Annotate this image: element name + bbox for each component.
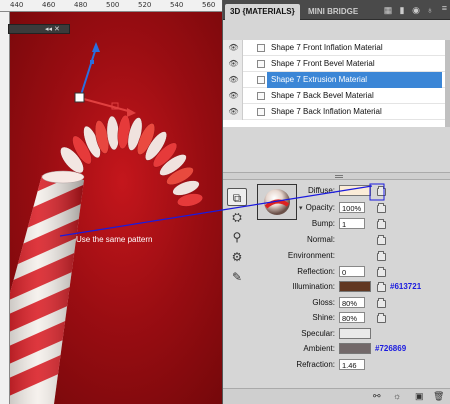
ruler-number: 500 bbox=[106, 1, 120, 9]
vertical-ruler bbox=[0, 12, 10, 404]
bump-label: Bump: bbox=[311, 219, 335, 228]
ruler-number: 480 bbox=[74, 1, 88, 9]
lightbulb-icon[interactable]: ♁ bbox=[425, 5, 435, 15]
tab-mini-bridge[interactable]: MINI BRIDGE bbox=[303, 4, 363, 20]
new-light-icon[interactable]: ☼ bbox=[393, 391, 401, 401]
ruler-number: 520 bbox=[138, 1, 152, 9]
reflection-input[interactable]: 0 bbox=[339, 266, 365, 277]
gloss-input[interactable]: 80% bbox=[339, 297, 365, 308]
illumination-label: Illumination: bbox=[292, 282, 335, 291]
material-swatch-icon bbox=[257, 44, 265, 52]
render-settings-icon[interactable]: ⚯ bbox=[373, 391, 381, 402]
ambient-color-swatch[interactable] bbox=[339, 343, 371, 354]
list-header-strip bbox=[223, 20, 450, 40]
list-item-selected[interactable]: 👁 Shape 7 Extrusion Material bbox=[223, 72, 445, 88]
list-item-label: Shape 7 Front Inflation Material bbox=[271, 43, 383, 52]
ruler-number: 540 bbox=[170, 1, 184, 9]
normal-folder-icon[interactable] bbox=[377, 235, 386, 245]
illumination-hex-note: #613721 bbox=[390, 282, 422, 291]
shine-label: Shine: bbox=[312, 313, 335, 322]
light-filter-icon[interactable]: ⚙ bbox=[227, 248, 247, 266]
opacity-folder-icon[interactable] bbox=[377, 203, 386, 213]
material-swatch-icon bbox=[257, 76, 265, 84]
bump-input[interactable]: 1 bbox=[339, 218, 365, 229]
horizontal-ruler: 440 460 480 500 520 540 560 bbox=[0, 0, 222, 12]
diffuse-label: Diffuse: bbox=[308, 186, 335, 195]
specular-label: Specular: bbox=[301, 329, 335, 338]
ruler-number: 440 bbox=[10, 1, 24, 9]
specular-color-swatch[interactable] bbox=[339, 328, 371, 339]
panel-divider[interactable] bbox=[223, 172, 450, 180]
ambient-hex-note: #726869 bbox=[375, 344, 407, 353]
ruler-number: 560 bbox=[202, 1, 216, 9]
gloss-folder-icon[interactable] bbox=[377, 298, 386, 308]
illumination-color-swatch[interactable] bbox=[339, 281, 371, 292]
list-item-label: Shape 7 Front Bevel Material bbox=[271, 59, 375, 68]
layers-icon[interactable]: ▦ bbox=[383, 5, 393, 15]
divider-grip-icon[interactable] bbox=[335, 175, 343, 178]
refraction-input[interactable]: 1.46 bbox=[339, 359, 365, 370]
ruler-number: 460 bbox=[42, 1, 56, 9]
document-canvas[interactable]: 440 460 480 500 520 540 560 ◂◂ ✕ Use the… bbox=[0, 0, 222, 404]
new-item-icon[interactable]: ▣ bbox=[415, 391, 424, 402]
paint-brush-icon[interactable]: ✎ bbox=[227, 268, 247, 286]
floating-mini-toolbar[interactable]: ◂◂ ✕ bbox=[8, 24, 70, 34]
environment-label: Environment: bbox=[287, 251, 335, 260]
panel-footer: ⚯ ☼ ▣ 🗑 bbox=[223, 388, 450, 404]
list-item-label: Shape 7 Extrusion Material bbox=[271, 75, 368, 84]
list-item[interactable]: 👁 Shape 7 Front Inflation Material bbox=[223, 40, 445, 56]
annotation-callout: Use the same pattern bbox=[76, 235, 153, 244]
bump-folder-icon[interactable] bbox=[377, 219, 386, 229]
list-item-label: Shape 7 Back Inflation Material bbox=[271, 107, 382, 116]
eye-icon[interactable]: 👁 bbox=[227, 43, 240, 53]
environment-folder-icon[interactable] bbox=[377, 251, 386, 261]
mini-toolbar-controls[interactable]: ◂◂ ✕ bbox=[45, 25, 60, 33]
cylinder-icon[interactable]: ▮ bbox=[397, 5, 407, 15]
opacity-input[interactable]: 100% bbox=[339, 202, 365, 213]
illumination-folder-icon[interactable] bbox=[377, 282, 386, 292]
tab-3d-materials[interactable]: 3D {MATERIALS} bbox=[225, 4, 300, 20]
reflection-label: Reflection: bbox=[297, 267, 335, 276]
gloss-label: Gloss: bbox=[312, 298, 335, 307]
eye-icon[interactable]: 👁 bbox=[227, 59, 240, 69]
mesh-filter-icon[interactable]: ⛭ bbox=[227, 208, 247, 226]
eye-icon[interactable]: 👁 bbox=[227, 107, 240, 117]
opacity-label: Opacity: bbox=[305, 203, 335, 212]
material-swatch-icon bbox=[257, 60, 265, 68]
list-scrollbar[interactable] bbox=[445, 40, 450, 127]
list-item[interactable]: 👁 Shape 7 Front Bevel Material bbox=[223, 56, 445, 72]
diffuse-texture-folder-icon[interactable] bbox=[377, 186, 386, 196]
material-swatch-icon bbox=[257, 108, 265, 116]
diffuse-color-swatch[interactable] bbox=[339, 185, 371, 196]
ambient-label: Ambient: bbox=[303, 344, 335, 353]
camera-icon[interactable]: ◉ bbox=[411, 5, 421, 15]
trash-icon[interactable]: 🗑 bbox=[433, 391, 444, 402]
reflection-folder-icon[interactable] bbox=[377, 267, 386, 277]
eye-icon[interactable]: 👁 bbox=[227, 91, 240, 101]
3d-materials-panel: 3D {MATERIALS} MINI BRIDGE ▦ ▮ ◉ ♁ ≡ 👁 S… bbox=[222, 0, 450, 404]
list-item[interactable]: 👁 Shape 7 Back Bevel Material bbox=[223, 88, 445, 104]
scene-filter-icon[interactable]: ⧉ bbox=[227, 188, 247, 206]
panel-tab-bar: 3D {MATERIALS} MINI BRIDGE ▦ ▮ ◉ ♁ ≡ bbox=[223, 0, 450, 20]
list-item[interactable]: 👁 Shape 7 Back Inflation Material bbox=[223, 104, 445, 120]
normal-label: Normal: bbox=[306, 235, 335, 244]
materials-list: 👁 Shape 7 Front Inflation Material 👁 Sha… bbox=[223, 40, 445, 127]
candy-straw-artwork bbox=[0, 42, 203, 404]
shine-input[interactable]: 80% bbox=[339, 312, 365, 323]
material-swatch-icon bbox=[257, 92, 265, 100]
panel-menu-icon[interactable]: ≡ bbox=[442, 3, 447, 13]
refraction-label: Refraction: bbox=[296, 360, 335, 369]
list-item-label: Shape 7 Back Bevel Material bbox=[271, 91, 374, 100]
material-filter-icon[interactable]: ⚲ bbox=[227, 228, 247, 246]
shine-folder-icon[interactable] bbox=[377, 313, 386, 323]
eye-icon[interactable]: 👁 bbox=[227, 75, 240, 85]
